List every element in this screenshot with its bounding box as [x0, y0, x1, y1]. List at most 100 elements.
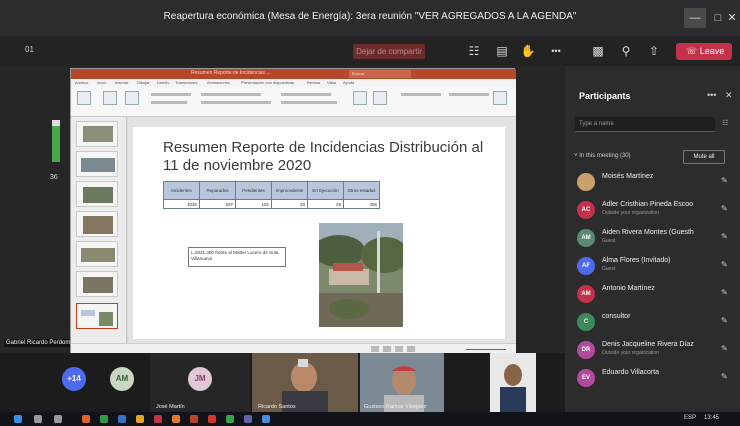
paragraph-row[interactable] [281, 93, 331, 96]
participant-row[interactable]: AC Adler Cristhian Pineda Escoo Outside yo… [577, 200, 737, 222]
app-icon[interactable] [136, 415, 144, 423]
video-tile[interactable]: Gustavo Ramos Vásquez [360, 353, 444, 412]
ppt-tab[interactable]: Insertar [115, 80, 129, 85]
ribbon-control[interactable] [151, 101, 187, 104]
share-tray-icon[interactable]: ⇧ [646, 43, 662, 59]
mic-muted-icon: ✎ [721, 204, 728, 213]
mic-muted-icon: ✎ [721, 176, 728, 185]
app-icon[interactable] [226, 415, 234, 423]
shapes-icon[interactable] [353, 91, 367, 105]
camera-off-icon[interactable]: ▩ [590, 43, 606, 59]
video-tile[interactable]: Ricardo Santos [252, 353, 358, 412]
avatar: AM [577, 285, 595, 303]
window-title: Reapertura económica (Mesa de Energía): … [163, 11, 577, 22]
ppt-tab[interactable]: Animaciones [207, 80, 230, 85]
app-icon[interactable] [172, 415, 180, 423]
close-button[interactable]: ✕ [724, 8, 740, 28]
panel-more-icon[interactable]: ••• [707, 90, 716, 100]
arrange-icon[interactable] [373, 91, 387, 105]
task-view-icon[interactable] [54, 415, 62, 423]
normal-view-icon[interactable] [371, 346, 379, 352]
raise-hand-icon[interactable]: ✋ [520, 43, 536, 59]
mic-off-icon[interactable]: ⚲ [618, 43, 634, 59]
app-icon[interactable] [208, 415, 216, 423]
ppt-tab[interactable]: Archivo [75, 80, 88, 85]
slide-canvas[interactable]: Resumen Reporte de Incidencias Distribuc… [133, 127, 505, 339]
stop-sharing-button[interactable]: Dejar de compartir [353, 44, 425, 59]
teams-icon[interactable] [244, 415, 252, 423]
avatar: AF [577, 257, 595, 275]
in-meeting-header[interactable]: ˅ In this meeting (30) [574, 153, 631, 159]
font-format-row[interactable] [201, 101, 271, 104]
dictate-icon[interactable] [493, 91, 507, 105]
participant-row[interactable]: Cconsultor ✎ [577, 312, 737, 334]
new-slide-icon[interactable] [103, 91, 117, 105]
reading-view-icon[interactable] [395, 346, 403, 352]
slide-thumbnail[interactable] [76, 151, 118, 177]
ppt-tab[interactable]: Presentación con diapositivas [241, 80, 294, 85]
chat-icon[interactable]: ▤ [494, 43, 510, 59]
slide-thumbnail[interactable] [76, 181, 118, 207]
video-strip: +14 AM JM José Martín Ricardo Santos Gus… [0, 353, 565, 412]
powerpoint-window: Resumen Reporte de Incidencias ... Busca… [70, 68, 516, 353]
panel-close-icon[interactable]: ✕ [725, 90, 733, 101]
paragraph-row[interactable] [281, 101, 337, 104]
ppt-tab[interactable]: Diseño [157, 80, 169, 85]
table-header-cell: Incidentes [163, 181, 200, 200]
slide-thumbnail[interactable] [76, 211, 118, 237]
clock[interactable]: 13:45 [704, 415, 719, 421]
app-icon[interactable] [82, 415, 90, 423]
photo-image [319, 223, 403, 327]
participants-icon[interactable]: ☷ [466, 43, 482, 59]
slide-thumbnail-selected[interactable] [76, 303, 118, 329]
participant-row[interactable]: Moisés Martínez ✎ [577, 172, 737, 194]
panel-title: Participants [579, 91, 631, 101]
table-row: 1030 507 192 33 29 306 [163, 199, 380, 209]
table-header-cell: Improcedente [271, 181, 308, 200]
overflow-count[interactable]: +14 [62, 367, 86, 391]
participant-row[interactable]: AF Alma Flores (Invitado) Guest ✎ [577, 256, 737, 278]
slide-thumbnail[interactable] [76, 271, 118, 297]
sorter-view-icon[interactable] [383, 346, 391, 352]
font-box[interactable] [201, 93, 261, 96]
editing-row[interactable] [449, 93, 489, 96]
layout-icon[interactable] [125, 91, 139, 105]
ribbon-control[interactable] [151, 93, 191, 96]
participant-row[interactable]: DR Denis Jacqueline Rivera Díaz Outside yo… [577, 340, 737, 362]
self-video-tile[interactable] [490, 353, 536, 412]
more-actions-icon[interactable]: ••• [548, 43, 564, 59]
paste-icon[interactable] [77, 91, 91, 105]
participant-search-input[interactable]: Type a name [575, 117, 715, 132]
ppt-tab[interactable]: Vista [327, 80, 336, 85]
participant-name: Adler Cristhian Pineda Escoo [602, 201, 694, 208]
minimize-button[interactable]: — [684, 8, 706, 28]
ppt-tab[interactable]: Revisar [307, 80, 321, 85]
participant-row[interactable]: AM Antonio Martínez ✎ [577, 284, 737, 306]
ppt-tab[interactable]: Transiciones [175, 80, 198, 85]
leave-button[interactable]: ☏ Leave [676, 43, 732, 60]
ppt-tab[interactable]: Dibujar [137, 80, 150, 85]
video-label: José Martín [156, 404, 185, 410]
add-participant-icon[interactable]: ☷ [722, 119, 728, 127]
mute-all-button[interactable]: Mute all [683, 150, 725, 164]
app-icon[interactable] [100, 415, 108, 423]
app-icon[interactable] [262, 415, 270, 423]
video-tile[interactable]: JM José Martín [150, 353, 250, 412]
slideshow-icon[interactable] [407, 346, 415, 352]
start-icon[interactable] [14, 415, 22, 423]
slide-thumbnail[interactable] [76, 241, 118, 267]
app-icon[interactable] [118, 415, 126, 423]
participant-row[interactable]: AM Aiden Rivera Montes (Guesth Guest ✎ [577, 228, 737, 250]
ppt-tab[interactable]: Inicio [97, 80, 106, 85]
language-indicator[interactable]: ESP [684, 415, 696, 421]
zoom-slider[interactable] [466, 349, 506, 350]
drawing-row[interactable] [401, 93, 441, 96]
ppt-tab[interactable]: Ayuda [343, 80, 354, 85]
slide-thumbnail[interactable] [76, 121, 118, 147]
powerpoint-icon[interactable] [190, 415, 198, 423]
search-icon[interactable] [34, 415, 42, 423]
app-icon[interactable] [154, 415, 162, 423]
mic-muted-icon: ✎ [721, 372, 728, 381]
participant-row[interactable]: EV Eduardo Villacorta ✎ [577, 368, 737, 390]
ppt-search-box[interactable]: Buscar [349, 70, 411, 78]
